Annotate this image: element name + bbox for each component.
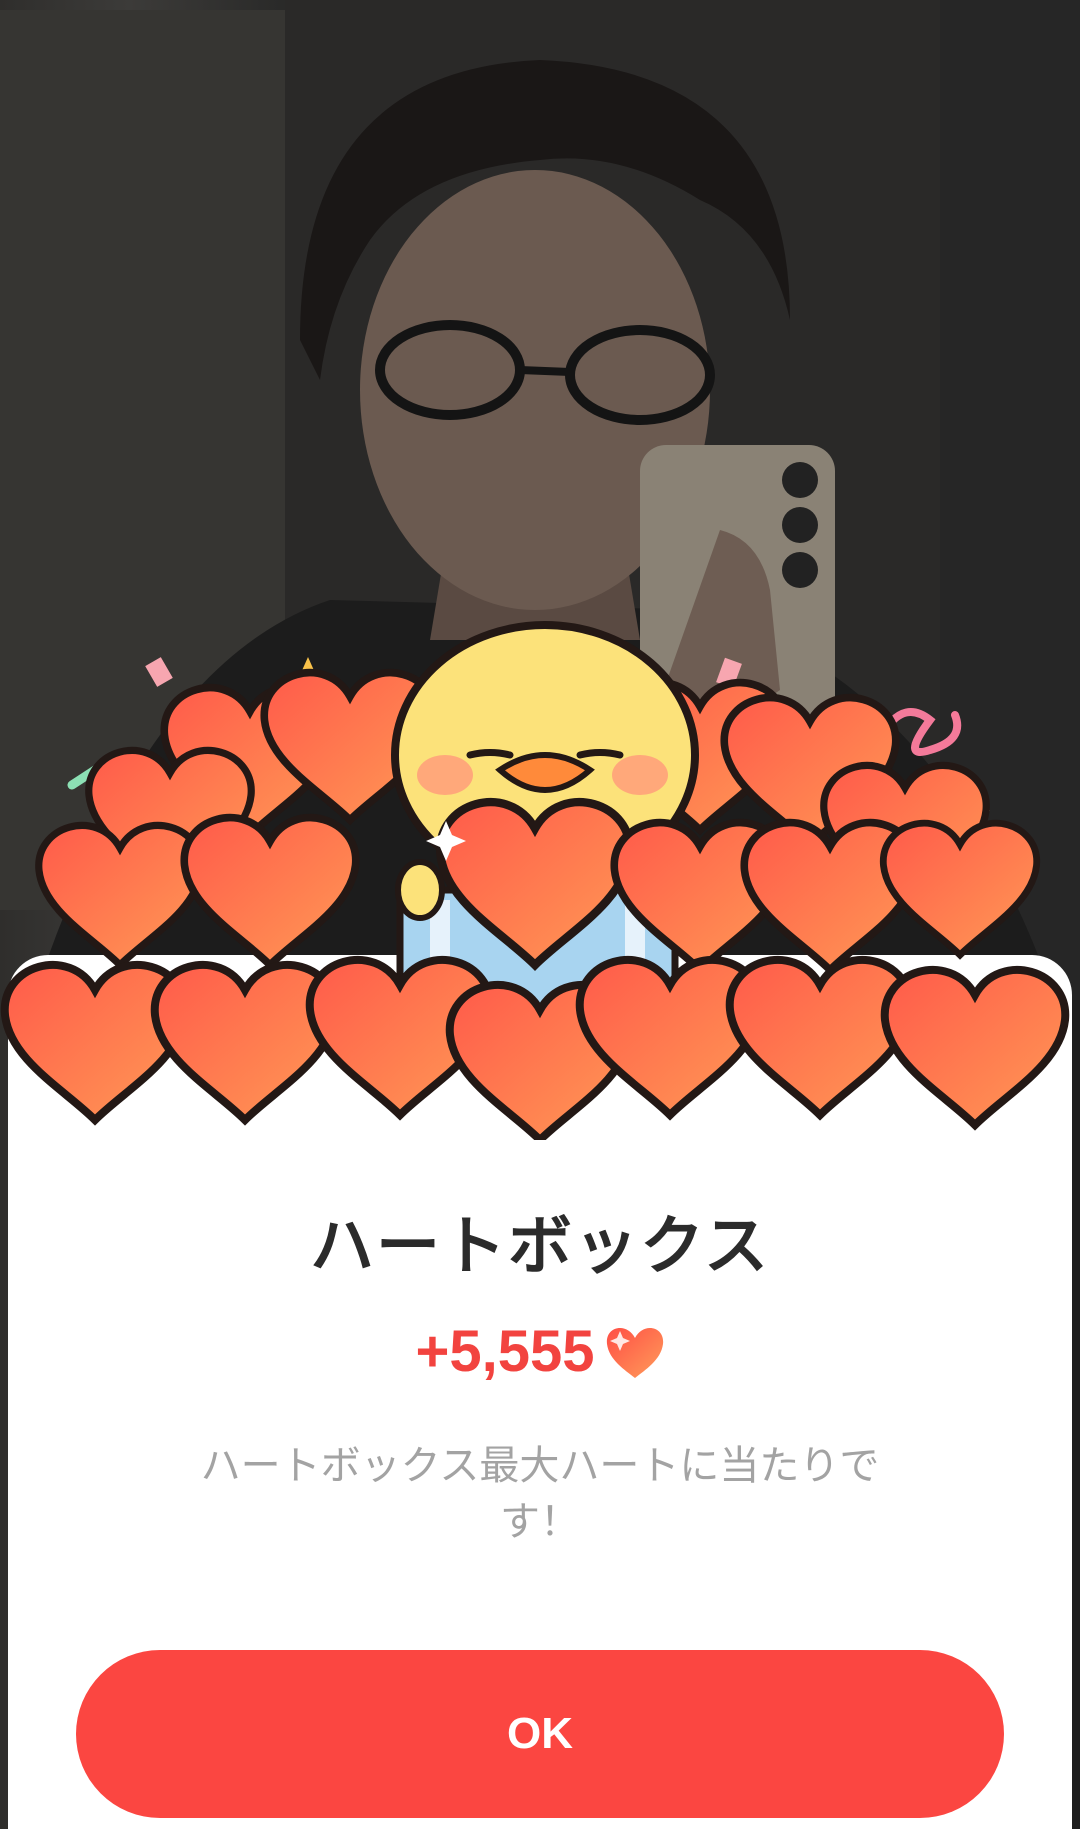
ok-button[interactable]: OK <box>76 1650 1004 1818</box>
dialog-title: ハートボックス <box>309 1210 771 1284</box>
hearts-and-chick-illustration <box>0 621 1080 1140</box>
reward-amount-row: +5,555 <box>0 1318 1080 1385</box>
app-screen: ハートボックス +5,555 ハートボックス最大ハートに当たりです！ OK <box>0 0 1080 1829</box>
heart-icon <box>606 1327 663 1378</box>
reward-amount: +5,555 <box>415 1319 595 1384</box>
chick-mascot <box>391 621 699 1014</box>
reward-message: ハートボックス最大ハートに当たりです！ <box>200 1443 880 1545</box>
